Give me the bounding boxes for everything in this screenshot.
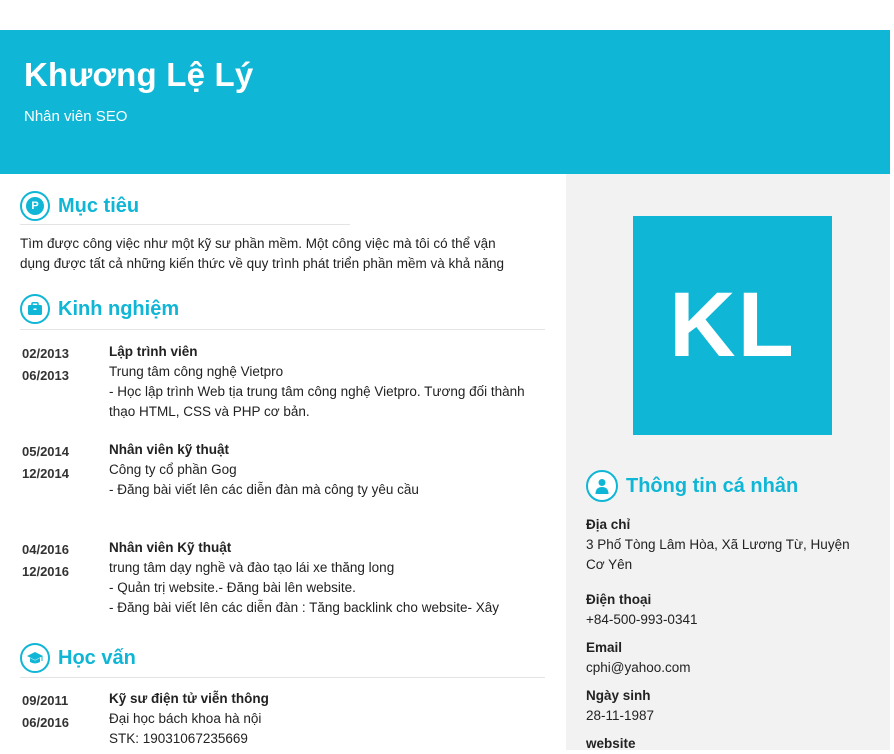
section-title-education: Học vấn: [58, 646, 136, 669]
experience-entry: Nhân viên Kỹ thuật trung tâm dạy nghề và…: [109, 538, 499, 618]
date-to: 12/2016: [22, 564, 69, 579]
divider: [20, 224, 350, 225]
section-objective: P Mục tiêu: [20, 191, 139, 221]
candidate-name: Khương Lệ Lý: [24, 56, 254, 93]
section-title-personal: Thông tin cá nhân: [626, 474, 799, 497]
job-description: - Đăng bài viết lên các diễn đàn : Tăng …: [109, 600, 499, 615]
date-to: 12/2014: [22, 466, 69, 481]
job-title: Lập trình viên: [109, 344, 198, 359]
phone-value: +84-500-993-0341: [586, 612, 698, 627]
education-dates: 09/2011 06/2016: [22, 690, 69, 734]
email-value: cphi@yahoo.com: [586, 660, 691, 675]
avatar: KL: [633, 216, 832, 435]
job-description: thạo HTML, CSS và PHP cơ bản.: [109, 404, 310, 419]
school: Đại học bách khoa hà nội: [109, 711, 262, 726]
briefcase-icon: [20, 294, 50, 324]
date-from: 02/2013: [22, 346, 69, 361]
address-block: Địa chỉ 3 Phố Tòng Lâm Hòa, Xã Lương Từ,…: [586, 515, 850, 575]
experience-entry: Nhân viên kỹ thuật Công ty cổ phần Gog -…: [109, 440, 419, 500]
divider: [20, 677, 545, 678]
objective-line: dụng được tất cả những kiến thức về quy …: [20, 256, 505, 271]
company: trung tâm dạy nghề và đào tạo lái xe thă…: [109, 560, 395, 575]
divider: [20, 329, 545, 330]
date-from: 04/2016: [22, 542, 69, 557]
date-to: 06/2013: [22, 368, 69, 383]
dob-block: Ngày sinh 28-11-1987: [586, 686, 654, 726]
section-experience: Kinh nghiệm: [20, 294, 179, 324]
date-from: 05/2014: [22, 444, 69, 459]
graduation-cap-icon: [20, 643, 50, 673]
experience-dates: 02/2013 06/2013: [22, 343, 69, 387]
website-label: website: [586, 736, 636, 751]
experience-dates: 05/2014 12/2014: [22, 441, 69, 485]
objective-line: Tìm được công việc như một kỹ sư phần mề…: [20, 236, 496, 251]
job-title: Nhân viên kỹ thuật: [109, 442, 230, 457]
candidate-role: Nhân viên SEO: [24, 108, 128, 125]
experience-entry: Lập trình viên Trung tâm công nghệ Vietp…: [109, 342, 525, 422]
date-to: 06/2016: [22, 715, 69, 730]
phone-label: Điện thoại: [586, 592, 652, 607]
section-education: Học vấn: [20, 643, 136, 673]
resume-header: Khương Lệ Lý Nhân viên SEO: [0, 30, 890, 174]
website-block: website: [586, 734, 636, 754]
section-personal: Thông tin cá nhân: [586, 470, 798, 502]
user-icon: [586, 470, 618, 502]
email-block: Email cphi@yahoo.com: [586, 638, 691, 678]
pinterest-icon: P: [20, 191, 50, 221]
experience-dates: 04/2016 12/2016: [22, 539, 69, 583]
company: Trung tâm công nghệ Vietpro: [109, 364, 284, 379]
phone-block: Điện thoại +84-500-993-0341: [586, 590, 697, 630]
degree-title: Kỹ sư điện tử viễn thông: [109, 691, 269, 706]
dob-label: Ngày sinh: [586, 688, 651, 703]
job-description: - Quản trị website.- Đăng bài lên websit…: [109, 580, 356, 595]
job-description: - Đăng bài viết lên các diễn đàn mà công…: [109, 482, 419, 497]
dob-value: 28-11-1987: [586, 708, 655, 723]
objective-text: Tìm được công việc như một kỹ sư phần mề…: [20, 234, 550, 274]
email-label: Email: [586, 640, 623, 655]
section-title-objective: Mục tiêu: [58, 194, 140, 217]
date-from: 09/2011: [22, 693, 69, 708]
address-label: Địa chỉ: [586, 517, 631, 532]
education-entry: Kỹ sư điện tử viễn thông Đại học bách kh…: [109, 689, 269, 749]
job-description: - Học lập trình Web tịa trung tâm công n…: [109, 384, 525, 399]
address-value: Cơ Yên: [586, 557, 633, 572]
education-note: STK: 19031067235669: [109, 731, 248, 746]
section-title-experience: Kinh nghiệm: [58, 297, 180, 320]
company: Công ty cổ phần Gog: [109, 462, 237, 477]
address-value: 3 Phố Tòng Lâm Hòa, Xã Lương Từ, Huyện: [586, 537, 850, 552]
job-title: Nhân viên Kỹ thuật: [109, 540, 232, 555]
